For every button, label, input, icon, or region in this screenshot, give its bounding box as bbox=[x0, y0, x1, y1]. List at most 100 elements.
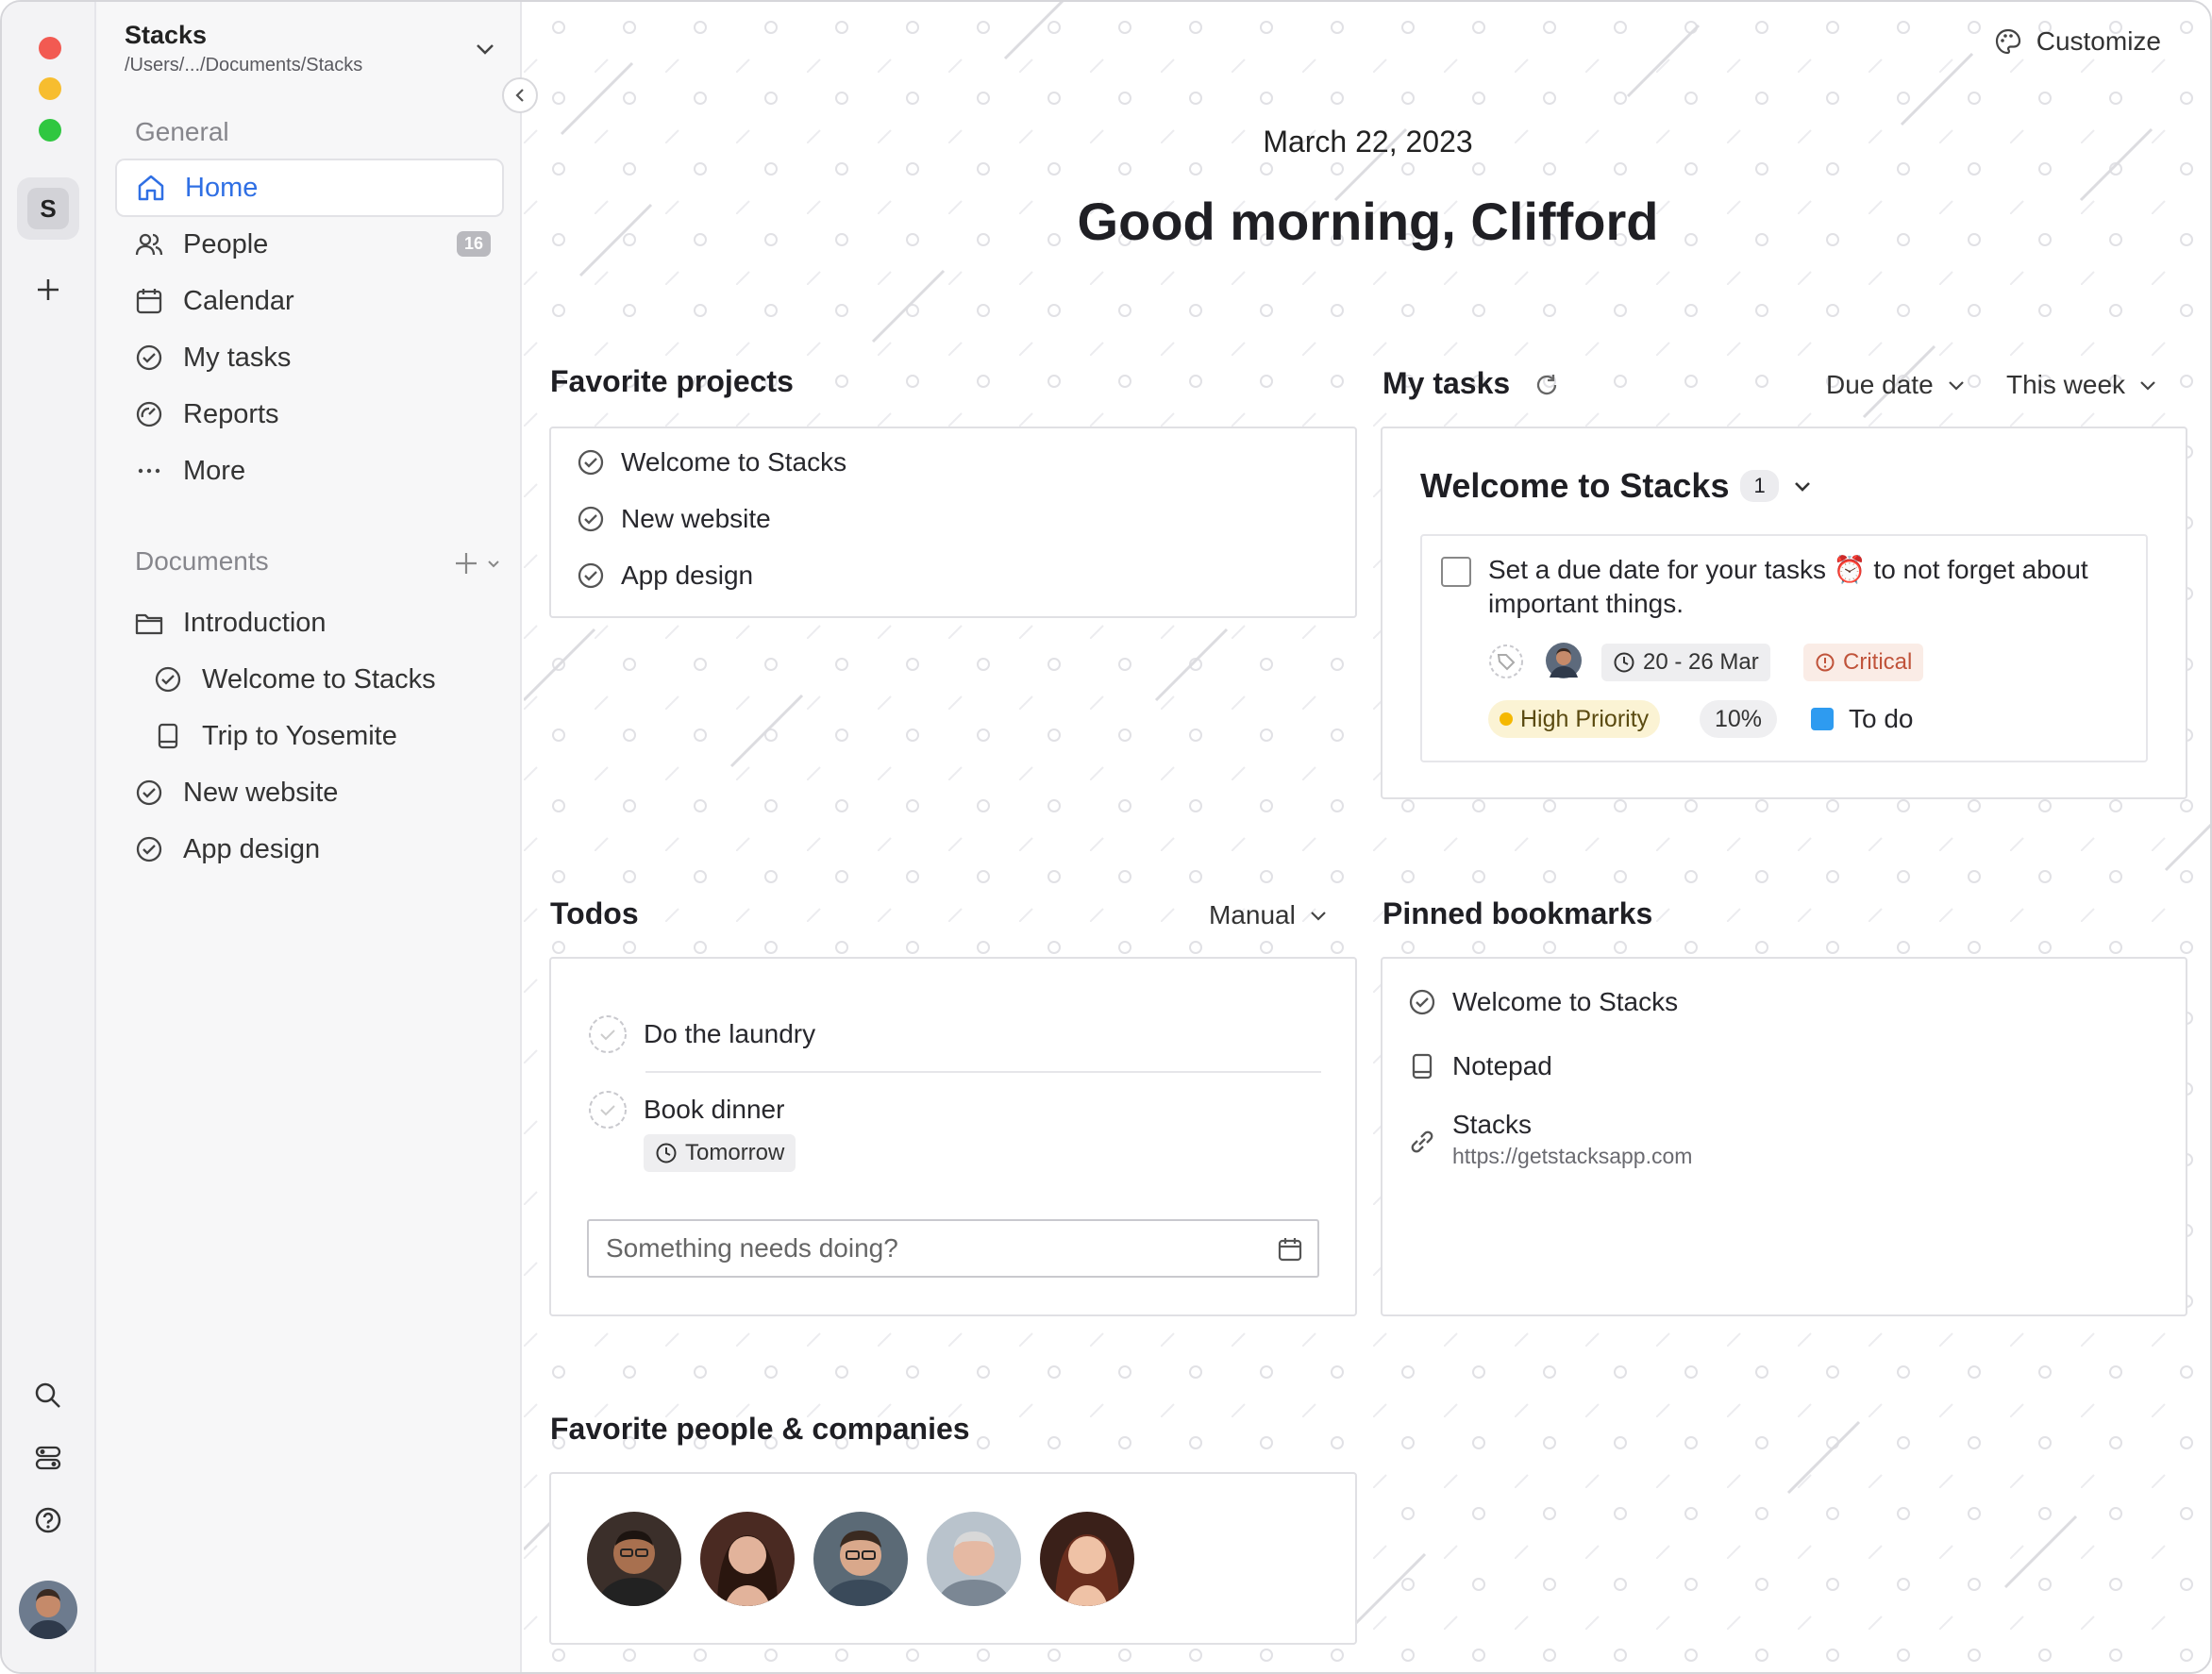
favorite-person-avatar[interactable] bbox=[813, 1512, 908, 1606]
toggles-icon bbox=[35, 1446, 61, 1470]
document-welcome-to-stacks[interactable]: Welcome to Stacks bbox=[115, 650, 504, 709]
task-group-header[interactable]: Welcome to Stacks 1 bbox=[1420, 466, 1813, 506]
task-dates: 20 - 26 Mar bbox=[1643, 649, 1759, 675]
bookmark-url[interactable]: https://getstacksapp.com bbox=[1452, 1144, 1692, 1169]
my-tasks-card: Welcome to Stacks 1 Set a due date for y… bbox=[1381, 427, 2187, 799]
todo-check-circle-icon[interactable] bbox=[587, 1013, 628, 1055]
task-card[interactable]: Set a due date for your tasks ⏰ to not f… bbox=[1420, 534, 2148, 762]
project-label: Welcome to Stacks bbox=[621, 447, 847, 477]
calendar-icon[interactable] bbox=[1276, 1235, 1304, 1264]
todo-item[interactable]: Book dinner bbox=[587, 1089, 784, 1130]
document-app-design[interactable]: App design bbox=[115, 820, 504, 879]
sort-label: Manual bbox=[1209, 900, 1296, 929]
refresh-icon[interactable] bbox=[1533, 372, 1560, 398]
project-item[interactable]: Welcome to Stacks bbox=[576, 447, 846, 477]
greeting-title: Good morning, Clifford bbox=[1077, 192, 1659, 251]
add-workspace-button[interactable] bbox=[29, 271, 67, 309]
toggles-button[interactable] bbox=[29, 1439, 67, 1477]
bookmark-label: Stacks bbox=[1452, 1110, 1533, 1139]
status-color-swatch bbox=[1811, 708, 1834, 730]
sidebar-item-more[interactable]: More bbox=[115, 442, 504, 500]
project-item[interactable]: App design bbox=[576, 561, 753, 591]
favorite-projects-card: Welcome to Stacks New website App design bbox=[549, 427, 1357, 618]
sidebar-item-label: Calendar bbox=[183, 285, 294, 316]
task-date-range[interactable]: 20 - 26 Mar bbox=[1601, 644, 1770, 681]
pinned-bookmarks-card: Welcome to Stacks Notepad Stacks https:/… bbox=[1381, 957, 2187, 1316]
sidebar-item-people[interactable]: People 16 bbox=[115, 215, 504, 274]
status-label: To do bbox=[1849, 704, 1914, 733]
todos-sort-dropdown[interactable]: Manual bbox=[1209, 900, 1328, 930]
sidebar-item-calendar[interactable]: Calendar bbox=[115, 272, 504, 330]
priority-badge[interactable]: High Priority bbox=[1488, 700, 1661, 738]
minimize-window-button[interactable] bbox=[39, 77, 61, 100]
collapse-sidebar-button[interactable] bbox=[502, 77, 538, 113]
favorite-projects-title: Favorite projects bbox=[550, 364, 794, 398]
sidebar-item-home[interactable]: Home bbox=[115, 159, 504, 217]
customize-button[interactable]: Customize bbox=[1993, 26, 2161, 57]
sidebar-item-reports[interactable]: Reports bbox=[115, 385, 504, 444]
document-new-website[interactable]: New website bbox=[115, 763, 504, 822]
zoom-window-button[interactable] bbox=[39, 119, 61, 142]
todo-due-badge[interactable]: Tomorrow bbox=[644, 1134, 796, 1172]
critical-badge[interactable]: Critical bbox=[1803, 644, 1924, 681]
todos-title: Todos bbox=[550, 896, 639, 930]
new-todo-input[interactable]: Something needs doing? bbox=[587, 1219, 1319, 1278]
chevron-left-icon bbox=[515, 89, 524, 102]
bookmark-item[interactable]: Notepad bbox=[1407, 1051, 1552, 1081]
workspace-initial: S bbox=[27, 188, 69, 229]
person-photo bbox=[813, 1512, 908, 1606]
status-badge[interactable]: To do bbox=[1800, 700, 1925, 738]
document-label: Trip to Yosemite bbox=[202, 720, 397, 751]
todo-label: Book dinner bbox=[644, 1095, 785, 1124]
link-icon bbox=[1411, 1130, 1433, 1153]
task-checkbox[interactable] bbox=[1441, 557, 1471, 587]
document-introduction[interactable]: Introduction bbox=[115, 594, 504, 652]
todo-label: Do the laundry bbox=[644, 1019, 816, 1048]
tag-icon[interactable] bbox=[1488, 644, 1524, 679]
todo-check-circle-icon[interactable] bbox=[587, 1089, 628, 1130]
task-text-start: Set a due date for your tasks bbox=[1488, 555, 1826, 584]
add-document-icon[interactable] bbox=[455, 551, 502, 576]
help-button[interactable] bbox=[29, 1501, 67, 1539]
home-icon bbox=[138, 175, 164, 201]
critical-label: Critical bbox=[1843, 649, 1913, 675]
progress-badge[interactable]: 10% bbox=[1700, 700, 1778, 738]
favorite-person-avatar[interactable] bbox=[927, 1512, 1021, 1606]
alert-circle-icon bbox=[1816, 653, 1835, 672]
sidebar-item-label: People bbox=[183, 228, 269, 259]
user-avatar[interactable] bbox=[19, 1581, 77, 1639]
search-button[interactable] bbox=[29, 1377, 67, 1415]
notebook-icon bbox=[158, 723, 178, 749]
workspace-title: Stacks bbox=[125, 21, 208, 49]
check-circle-icon bbox=[578, 506, 604, 532]
calendar-icon bbox=[136, 289, 162, 314]
todo-item[interactable]: Do the laundry bbox=[587, 1013, 815, 1055]
avatar-image bbox=[19, 1581, 77, 1639]
favorite-person-avatar[interactable] bbox=[587, 1512, 681, 1606]
sidebar-item-label: More bbox=[183, 455, 246, 486]
due-date-sort-dropdown[interactable]: Due date bbox=[1826, 370, 1966, 400]
close-window-button[interactable] bbox=[39, 37, 61, 59]
alarm-clock-emoji: ⏰ bbox=[1833, 555, 1867, 584]
document-trip-to-yosemite[interactable]: Trip to Yosemite bbox=[115, 707, 504, 765]
favorite-person-avatar[interactable] bbox=[700, 1512, 795, 1606]
task-group-name: Welcome to Stacks bbox=[1420, 466, 1730, 505]
favorite-person-avatar[interactable] bbox=[1040, 1512, 1134, 1606]
todos-card: Do the laundry Book dinner Tomorrow Some… bbox=[549, 957, 1357, 1316]
document-label: Introduction bbox=[183, 607, 327, 638]
more-icon bbox=[138, 468, 160, 474]
workspace-rail: S bbox=[2, 2, 96, 1672]
sidebar-item-my-tasks[interactable]: My tasks bbox=[115, 328, 504, 387]
assignee-avatar[interactable] bbox=[1545, 642, 1583, 679]
documents-section-label: Documents bbox=[135, 546, 269, 576]
workspace-switcher[interactable]: S bbox=[17, 177, 79, 240]
bookmark-item[interactable]: Stacks https://getstacksapp.com bbox=[1407, 1110, 1692, 1169]
bookmark-item[interactable]: Welcome to Stacks bbox=[1407, 987, 1678, 1017]
chevron-down-icon[interactable] bbox=[474, 38, 496, 60]
date-range-dropdown[interactable]: This week bbox=[2006, 370, 2157, 400]
person-photo bbox=[700, 1512, 795, 1606]
people-count-badge: 16 bbox=[456, 231, 491, 257]
project-item[interactable]: New website bbox=[576, 504, 771, 534]
priority-label: High Priority bbox=[1520, 705, 1650, 732]
person-photo bbox=[927, 1512, 1021, 1606]
